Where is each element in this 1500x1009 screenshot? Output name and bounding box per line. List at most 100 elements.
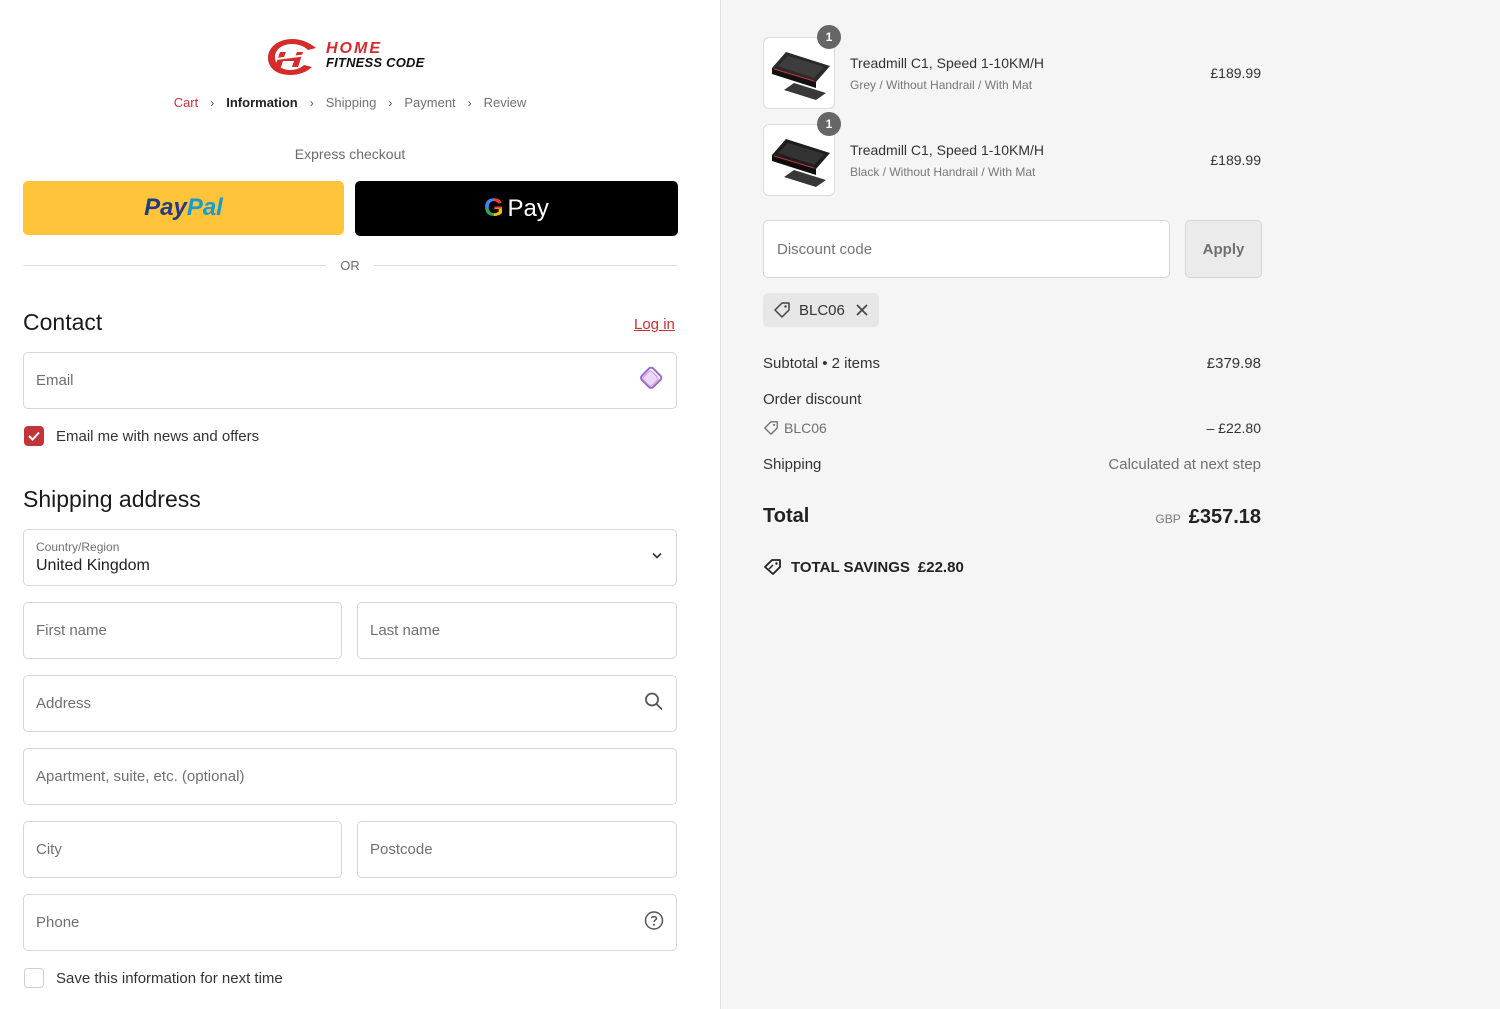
- brand-wordmark: HOME FITNESS CODE: [326, 40, 425, 70]
- cart-item: 1 Treadmill C1, Speed 1-10KM/H Grey / Wi…: [763, 25, 1261, 109]
- paypal-logo-pal: Pal: [186, 194, 223, 221]
- discount-code-field[interactable]: [763, 220, 1170, 278]
- order-discount-value: – £22.80: [1206, 420, 1262, 436]
- total-savings: TOTAL SAVINGS £22.80: [763, 558, 964, 576]
- last-name-input[interactable]: [358, 603, 676, 658]
- divider-line: [23, 265, 327, 266]
- country-select[interactable]: Country/Region United Kingdom: [23, 529, 677, 586]
- last-name-field[interactable]: [357, 602, 677, 659]
- contact-heading: Contact: [23, 309, 103, 335]
- applied-discount-chip: BLC06: [763, 293, 879, 327]
- item-name: Treadmill C1, Speed 1-10KM/H: [850, 142, 1045, 158]
- discount-code-input[interactable]: [764, 221, 1169, 277]
- paypal-logo-pay: Pay: [144, 194, 187, 221]
- checkmark-icon: [28, 431, 40, 441]
- newsletter-label: Email me with news and offers: [56, 427, 260, 445]
- phone-input[interactable]: [24, 895, 676, 950]
- divider-line: [373, 265, 677, 266]
- applied-discount-code: BLC06: [799, 301, 845, 319]
- save-info-checkbox-row[interactable]: Save this information for next time: [24, 968, 283, 988]
- item-name: Treadmill C1, Speed 1-10KM/H: [850, 55, 1045, 71]
- save-info-checkbox[interactable]: [24, 968, 44, 988]
- apply-discount-button[interactable]: Apply: [1185, 220, 1262, 278]
- help-circle-icon[interactable]: [644, 910, 664, 935]
- city-input[interactable]: [24, 822, 341, 877]
- breadcrumb-information: Information: [226, 95, 298, 110]
- total-label: Total: [763, 505, 810, 527]
- first-name-field[interactable]: [23, 602, 342, 659]
- shipping-row: Shipping Calculated at next step: [763, 456, 1261, 473]
- address-input[interactable]: [24, 676, 676, 731]
- chevron-right-icon: ›: [210, 95, 215, 110]
- paypal-button[interactable]: PayPal: [23, 181, 344, 235]
- brand-logo[interactable]: HOME FITNESS CODE: [262, 36, 442, 76]
- country-label: Country/Region: [36, 540, 120, 554]
- close-icon[interactable]: [855, 303, 869, 317]
- chevron-down-icon: [650, 548, 664, 567]
- postcode-field[interactable]: [357, 821, 677, 878]
- cart-item: 1 Treadmill C1, Speed 1-10KM/H Black / W…: [763, 112, 1261, 196]
- save-info-label: Save this information for next time: [56, 969, 283, 987]
- newsletter-checkbox-row[interactable]: Email me with news and offers: [24, 426, 259, 446]
- brand-line-1: HOME: [326, 40, 382, 57]
- brand-logo-mark-icon: [268, 39, 316, 75]
- savings-label: TOTAL SAVINGS: [791, 558, 910, 576]
- country-value: United Kingdom: [36, 557, 150, 574]
- item-price: £189.99: [1210, 65, 1261, 81]
- address-field[interactable]: [23, 675, 677, 732]
- total-amount: GBP £357.18: [1155, 506, 1261, 529]
- google-pay-label: Pay: [507, 194, 549, 222]
- google-pay-button[interactable]: G Pay: [355, 181, 678, 236]
- breadcrumb: Cart › Information › Shipping › Payment …: [0, 95, 700, 110]
- search-icon: [644, 691, 664, 716]
- paypal-logo: PayPal: [144, 194, 223, 222]
- treadmill-image: [772, 139, 830, 187]
- shipping-address-heading: Shipping address: [23, 486, 201, 512]
- login-link[interactable]: Log in: [634, 316, 675, 333]
- breadcrumb-shipping: Shipping: [325, 95, 377, 110]
- tag-icon: [774, 302, 790, 318]
- phone-field[interactable]: [23, 894, 677, 951]
- treadmill-image: [772, 52, 830, 100]
- quantity-badge: 1: [817, 25, 841, 49]
- breadcrumb-payment: Payment: [404, 95, 456, 110]
- subtotal-row: Subtotal • 2 items £379.98: [763, 355, 1261, 372]
- order-discount-code-wrap: BLC06: [763, 420, 827, 436]
- apartment-field[interactable]: [23, 748, 677, 805]
- google-g-icon: G: [484, 194, 504, 222]
- autofill-diamond-icon[interactable]: [634, 363, 664, 398]
- email-input[interactable]: [24, 353, 676, 408]
- chevron-right-icon: ›: [467, 95, 472, 110]
- newsletter-checkbox[interactable]: [24, 426, 44, 446]
- express-checkout-label: Express checkout: [294, 146, 406, 162]
- order-discount-detail-row: BLC06 – £22.80: [763, 420, 1261, 439]
- or-divider: OR: [23, 258, 677, 273]
- chevron-right-icon: ›: [388, 95, 393, 110]
- email-field[interactable]: [23, 352, 677, 409]
- checkout-main: HOME FITNESS CODE Cart › Information › S…: [0, 0, 720, 1009]
- savings-value: £22.80: [917, 558, 964, 576]
- total-value: £357.18: [1188, 506, 1261, 528]
- shipping-value: Calculated at next step: [1108, 456, 1261, 473]
- order-discount-label: Order discount: [763, 391, 862, 408]
- apartment-input[interactable]: [24, 749, 676, 804]
- order-discount-code: BLC06: [784, 420, 827, 436]
- order-discount-row: Order discount: [763, 391, 1261, 408]
- chevron-right-icon: ›: [309, 95, 314, 110]
- savings-tag-icon: [764, 559, 781, 575]
- tag-icon: [764, 421, 778, 435]
- item-price: £189.99: [1210, 152, 1261, 168]
- breadcrumb-review: Review: [483, 95, 527, 110]
- quantity-badge: 1: [817, 112, 841, 136]
- item-variant: Black / Without Handrail / With Mat: [850, 165, 1036, 179]
- total-currency: GBP: [1155, 512, 1181, 526]
- brand-line-2: FITNESS CODE: [326, 55, 425, 70]
- subtotal-label: Subtotal • 2 items: [763, 355, 880, 372]
- city-field[interactable]: [23, 821, 342, 878]
- subtotal-value: £379.98: [1206, 355, 1261, 372]
- or-label: OR: [340, 258, 360, 273]
- breadcrumb-cart[interactable]: Cart: [170, 95, 203, 110]
- first-name-input[interactable]: [24, 603, 341, 658]
- item-variant: Grey / Without Handrail / With Mat: [850, 78, 1033, 92]
- postcode-input[interactable]: [358, 822, 676, 877]
